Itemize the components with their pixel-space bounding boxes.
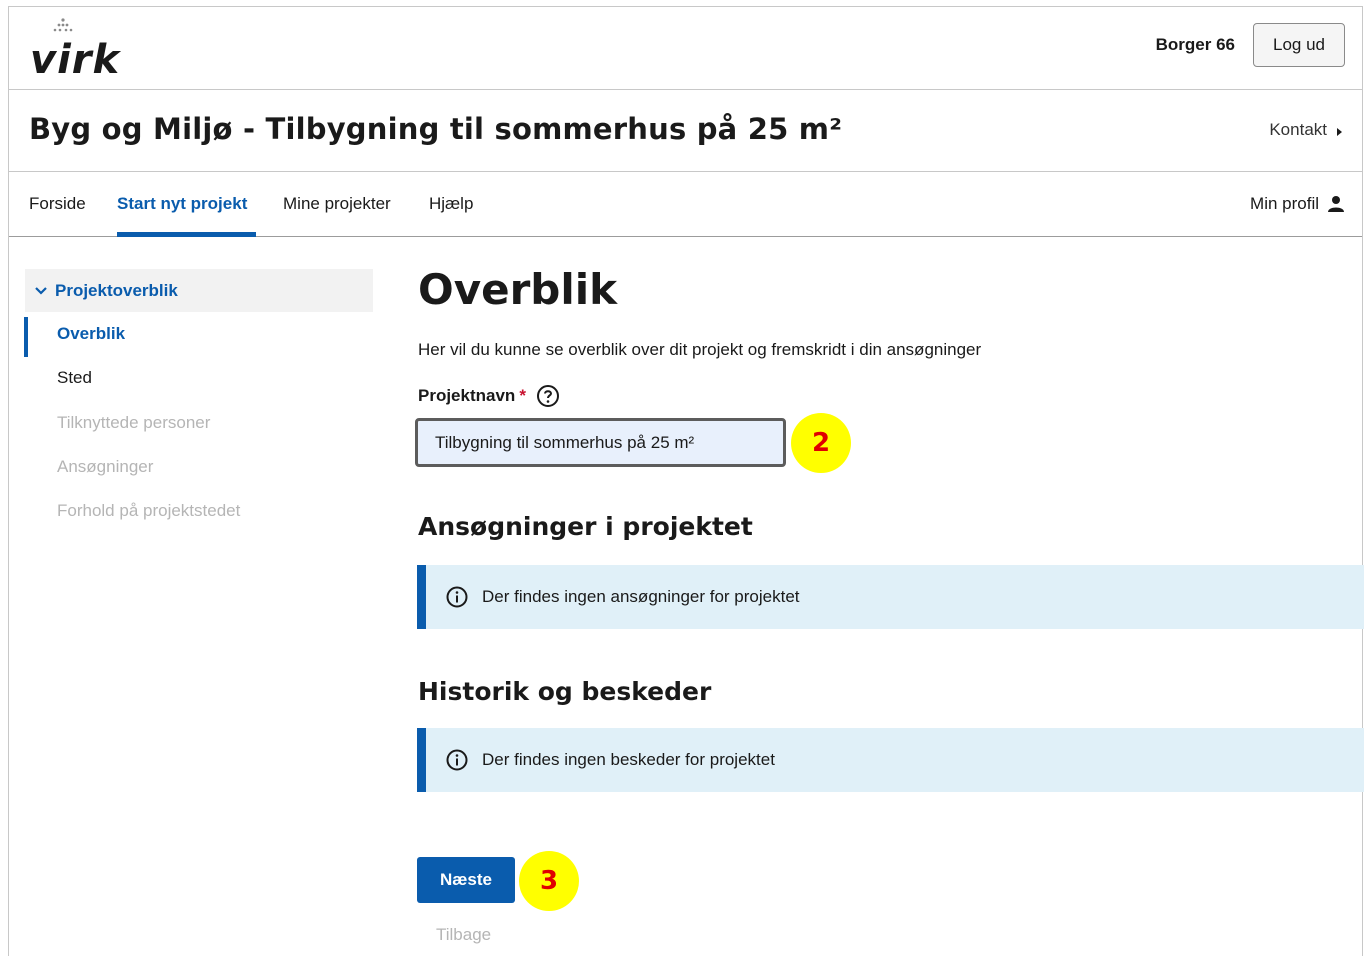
sidebar-item-overblik[interactable]: Overblik — [57, 324, 125, 344]
back-link[interactable]: Tilbage — [436, 925, 491, 945]
profile-label: Min profil — [1250, 194, 1319, 213]
intro-text: Her vil du kunne se overblik over dit pr… — [418, 340, 982, 359]
nav-mine-projekter[interactable]: Mine projekter — [283, 194, 391, 214]
logo-text: virk — [30, 37, 121, 83]
applications-info-text: Der findes ingen ansøgninger for projekt… — [482, 587, 800, 606]
sidebar-section-label: Projektoverblik — [55, 280, 178, 300]
annotation-marker-3: 3 — [519, 851, 579, 911]
sidebar-item-ansoegninger: Ansøgninger — [57, 457, 154, 476]
sidebar-item-tilknyttede-personer: Tilknyttede personer — [57, 413, 211, 432]
project-name-input[interactable] — [415, 418, 786, 467]
crown-icon — [53, 18, 73, 32]
virk-logo[interactable]: virk — [30, 17, 130, 83]
annotation-marker-2: 2 — [791, 413, 851, 473]
sidebar-section-projektoverblik[interactable]: Projektoverblik — [25, 269, 373, 312]
contact-label: Kontakt — [1269, 120, 1327, 139]
page-title: Byg og Miljø - Tilbygning til sommerhus … — [29, 112, 843, 146]
user-icon — [1328, 196, 1344, 212]
nav-start-nyt-projekt[interactable]: Start nyt projekt — [117, 194, 247, 214]
nav-hjaelp[interactable]: Hjælp — [429, 194, 473, 214]
title-bar: Byg og Miljø - Tilbygning til sommerhus … — [9, 90, 1362, 172]
info-icon — [446, 586, 468, 608]
profile-link[interactable]: Min profil — [1250, 194, 1345, 214]
nav-forside[interactable]: Forside — [29, 194, 86, 214]
help-icon[interactable] — [536, 384, 560, 408]
main-heading: Overblik — [418, 265, 618, 314]
main-nav: Forside Start nyt projekt Mine projekter… — [9, 172, 1362, 237]
history-heading: Historik og beskeder — [418, 677, 712, 706]
sidebar-item-sted[interactable]: Sted — [57, 368, 92, 388]
info-icon — [446, 749, 468, 771]
applications-heading: Ansøgninger i projektet — [418, 512, 753, 541]
active-tab-indicator — [117, 232, 256, 237]
history-info-box: Der findes ingen beskeder for projektet — [417, 728, 1364, 792]
next-button[interactable]: Næste — [417, 857, 515, 903]
user-name: Borger 66 — [1155, 35, 1235, 54]
top-header: virk Borger 66 Log ud — [9, 7, 1362, 90]
required-mark: * — [519, 386, 526, 405]
history-info-text: Der findes ingen beskeder for projektet — [482, 750, 775, 769]
sidebar-item-forhold: Forhold på projektstedet — [57, 501, 241, 520]
sidebar-active-indicator — [24, 317, 28, 357]
chevron-down-icon — [35, 286, 47, 295]
project-name-label-text: Projektnavn — [418, 386, 516, 405]
logout-button[interactable]: Log ud — [1253, 23, 1345, 67]
caret-right-icon — [1337, 127, 1342, 136]
applications-info-box: Der findes ingen ansøgninger for projekt… — [417, 565, 1364, 629]
project-name-label: Projektnavn * — [418, 384, 560, 408]
page-frame: virk Borger 66 Log ud Byg og Miljø - Til… — [8, 6, 1364, 956]
contact-link[interactable]: Kontakt — [1269, 120, 1342, 140]
